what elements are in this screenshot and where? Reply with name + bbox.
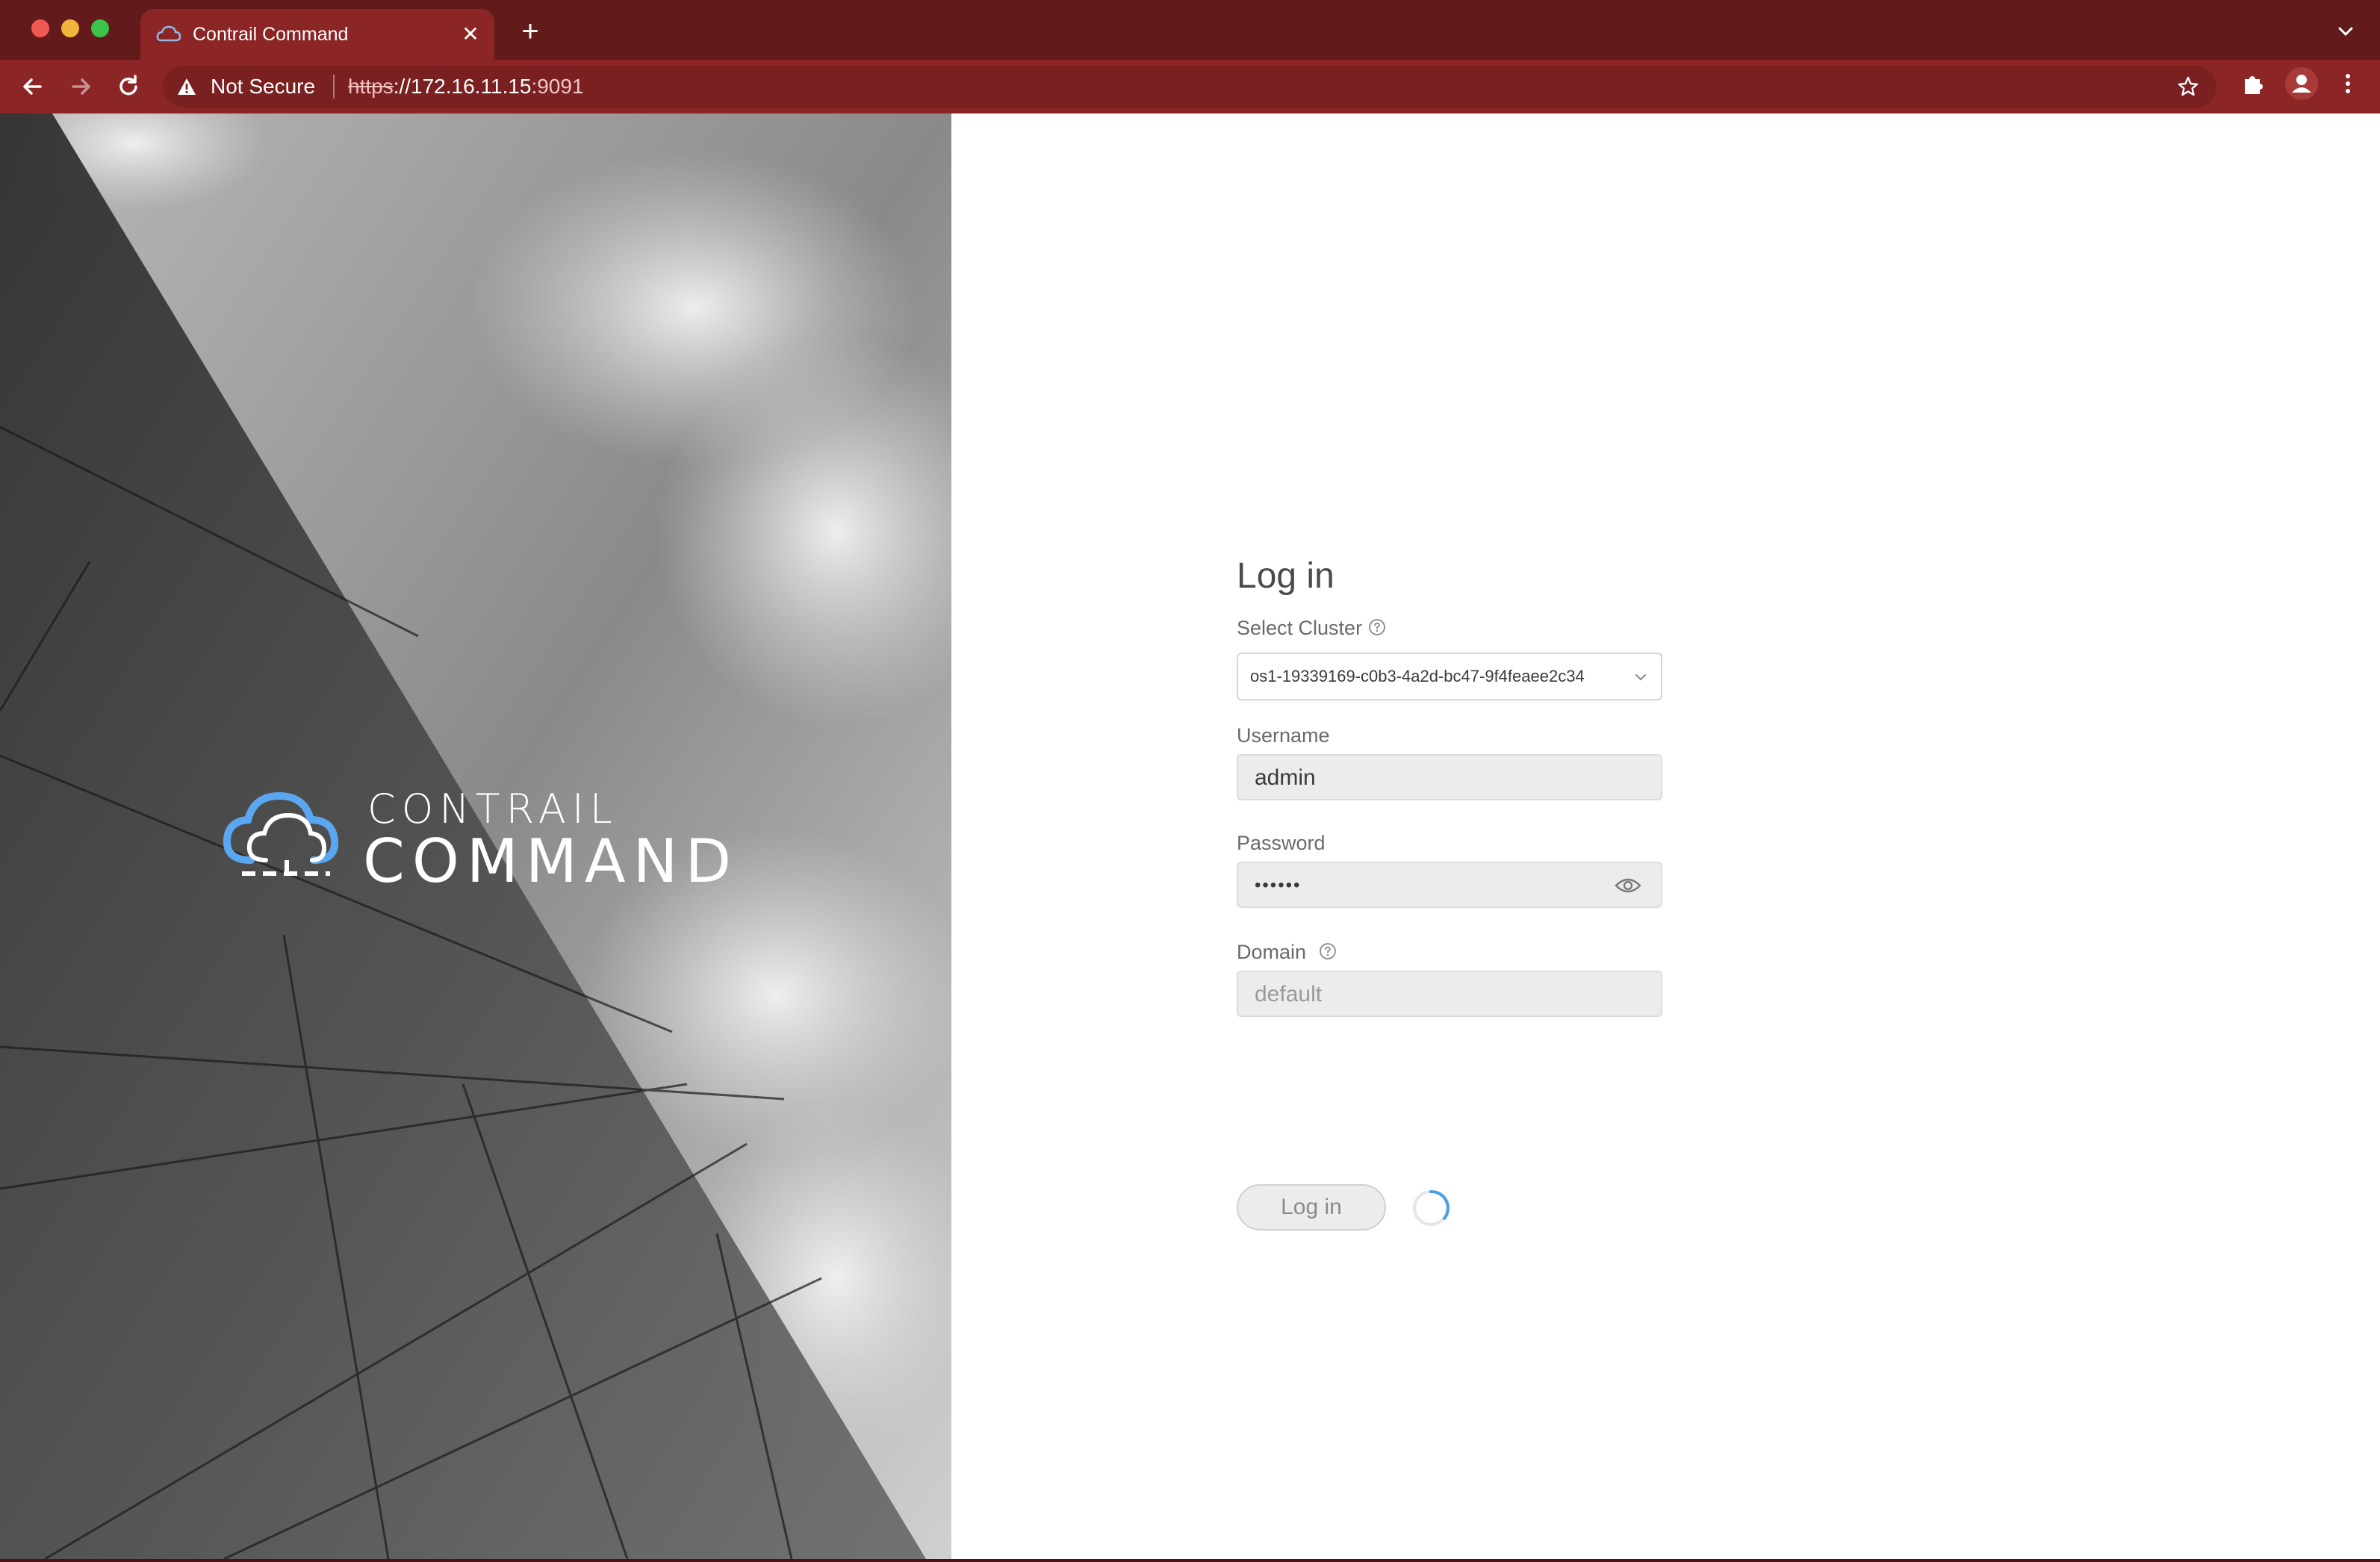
- browser-titlebar: Contrail Command ✕ +: [0, 0, 2380, 60]
- extensions-puzzle-icon[interactable]: [2240, 70, 2267, 97]
- browser-toolbar: Not Secure https://172.16.11.15:9091: [0, 60, 2380, 113]
- hero-image-panel: CONTRAIL COMMAND: [0, 113, 951, 1559]
- window-close-button[interactable]: [31, 19, 49, 37]
- cluster-select-value: os1-19339169-c0b3-4a2d-bc47-9f4feaee2c34: [1250, 667, 1585, 685]
- window-bottom-edge: [0, 1559, 2380, 1562]
- tab-search-chevron-icon[interactable]: [2334, 19, 2358, 43]
- browser-tab-active[interactable]: Contrail Command ✕: [140, 9, 494, 60]
- username-label: Username: [1237, 724, 1330, 747]
- logo-wordmark-line2: COMMAND: [363, 827, 739, 896]
- new-tab-button[interactable]: +: [515, 16, 545, 46]
- tab-close-icon[interactable]: ✕: [457, 21, 484, 48]
- contrail-cloud-logo-icon: [223, 791, 339, 876]
- url-text[interactable]: https://172.16.11.15:9091: [348, 75, 584, 98]
- profile-avatar-icon[interactable]: [2285, 67, 2318, 100]
- domain-help-icon[interactable]: [1319, 942, 1337, 960]
- cluster-help-icon[interactable]: [1368, 618, 1386, 636]
- domain-input[interactable]: default: [1237, 971, 1662, 1017]
- contrail-cloud-icon: [156, 25, 181, 42]
- cluster-label: Select Cluster: [1237, 617, 1363, 639]
- url-port: :9091: [531, 75, 584, 98]
- url-scheme: https: [348, 75, 394, 98]
- password-input[interactable]: ••••••: [1237, 862, 1662, 908]
- show-password-eye-icon[interactable]: [1615, 875, 1641, 896]
- window-maximize-button[interactable]: [91, 19, 109, 37]
- login-title: Log in: [1237, 556, 1335, 596]
- password-label: Password: [1237, 832, 1326, 854]
- warning-icon[interactable]: [176, 76, 197, 97]
- login-submit-button[interactable]: Log in: [1237, 1184, 1386, 1230]
- browser-menu-kebab-icon[interactable]: [2334, 70, 2361, 97]
- contrail-command-logo: CONTRAIL COMMAND: [221, 785, 744, 897]
- domain-placeholder: default: [1255, 982, 1323, 1006]
- address-bar-divider: [333, 75, 335, 99]
- address-bar[interactable]: Not Secure https://172.16.11.15:9091: [163, 66, 2216, 108]
- page-content: CONTRAIL COMMAND Log in Select Cluster o…: [0, 113, 2380, 1559]
- username-value: admin: [1255, 765, 1316, 790]
- domain-label: Domain: [1237, 941, 1307, 963]
- url-host: ://172.16.11.15: [393, 75, 532, 98]
- cluster-select[interactable]: os1-19339169-c0b3-4a2d-bc47-9f4feaee2c34: [1237, 653, 1662, 700]
- loading-spinner-icon: [1413, 1189, 1450, 1226]
- tab-title: Contrail Command: [193, 24, 349, 45]
- reload-icon[interactable]: [112, 70, 145, 103]
- forward-arrow-icon[interactable]: [64, 70, 97, 103]
- security-status-label[interactable]: Not Secure: [211, 75, 315, 98]
- back-arrow-icon[interactable]: [16, 70, 49, 103]
- password-masked-value: ••••••: [1255, 875, 1302, 895]
- window-minimize-button[interactable]: [61, 19, 79, 37]
- bookmark-star-icon[interactable]: [2176, 75, 2200, 99]
- chevron-down-icon: [1635, 674, 1646, 681]
- username-input[interactable]: admin: [1237, 754, 1662, 800]
